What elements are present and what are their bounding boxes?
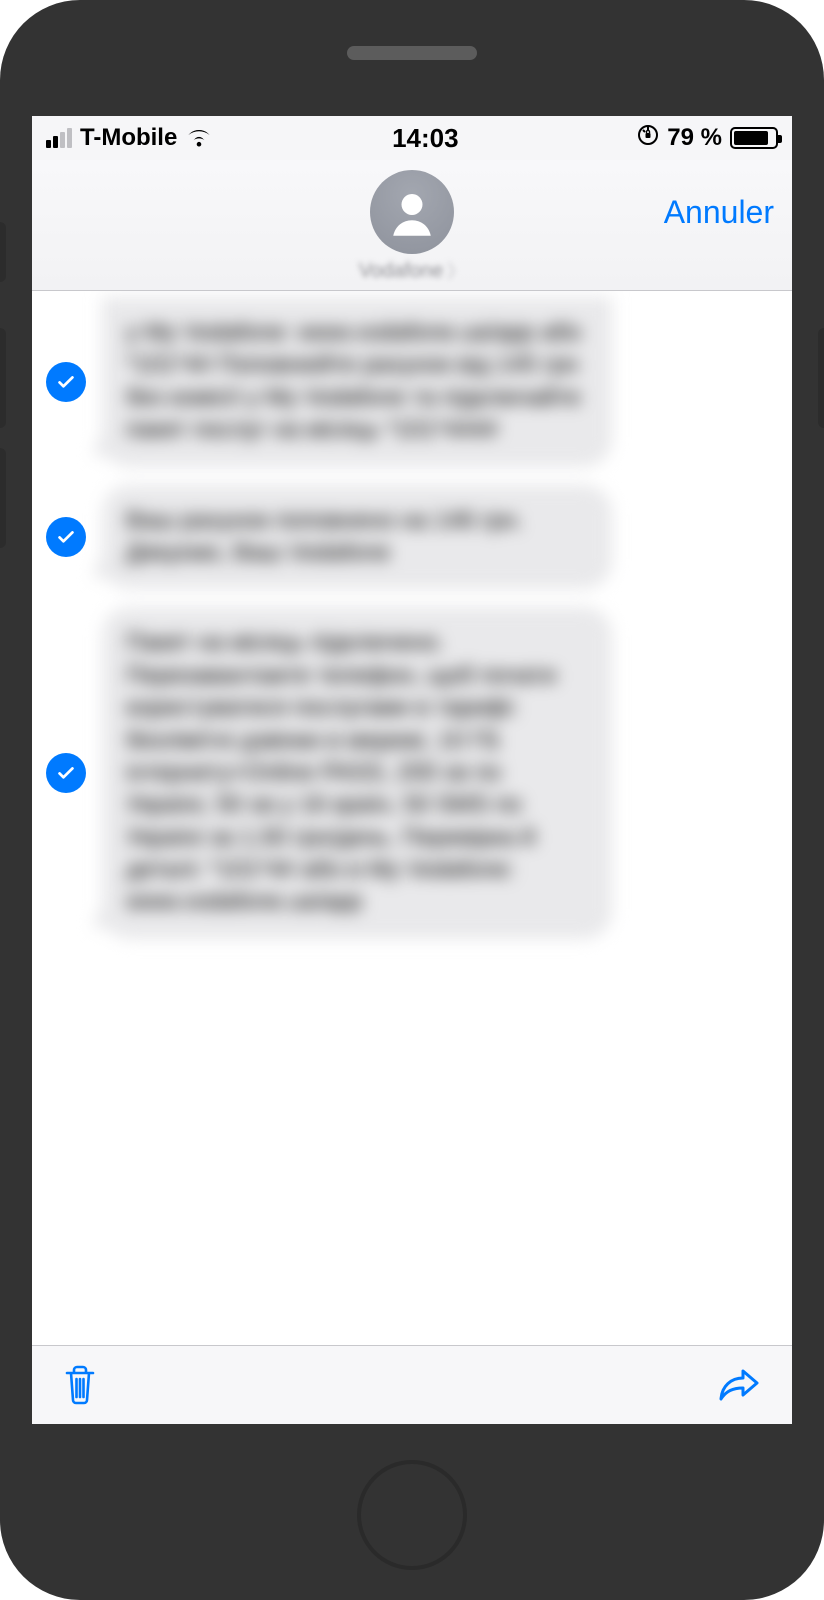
wifi-icon [185, 127, 213, 149]
message-row[interactable]: Пакет на місяць підключено. Перезавантаж… [46, 607, 778, 939]
delete-button[interactable] [54, 1357, 106, 1413]
phone-side-button [0, 222, 6, 282]
selection-checkmark[interactable] [46, 517, 86, 557]
phone-speaker [347, 46, 477, 60]
phone-side-button [818, 328, 824, 428]
message-bubble[interactable]: у My Vodafone: www.vodafone.ua/app або *… [102, 297, 612, 467]
battery-icon [730, 127, 778, 149]
contact-avatar[interactable] [370, 170, 454, 254]
phone-side-button [0, 328, 6, 428]
selection-checkmark[interactable] [46, 753, 86, 793]
orientation-lock-icon [637, 124, 659, 153]
messages-area[interactable]: у My Vodafone: www.vodafone.ua/app або *… [32, 291, 792, 1346]
chevron-right-icon: 〉 [447, 258, 465, 284]
carrier-label: T-Mobile [80, 124, 177, 152]
message-row[interactable]: у My Vodafone: www.vodafone.ua/app або *… [46, 297, 778, 467]
status-bar: T-Mobile 14:03 79 % [32, 116, 792, 160]
bottom-toolbar [32, 1346, 792, 1424]
home-button[interactable] [357, 1460, 467, 1570]
cancel-button[interactable]: Annuler [664, 194, 774, 231]
battery-percent: 79 % [667, 124, 722, 152]
contact-name: Vodafone [359, 260, 444, 283]
selection-checkmark[interactable] [46, 362, 86, 402]
message-bubble[interactable]: Ваш рахунок поповнено на 146 грн. Дякуєм… [102, 485, 612, 590]
contact-name-row[interactable]: Vodafone 〉 [359, 258, 466, 284]
message-row[interactable]: Ваш рахунок поповнено на 146 грн. Дякуєм… [46, 485, 778, 590]
forward-button[interactable] [710, 1359, 770, 1411]
nav-header: Annuler Vodafone 〉 [32, 160, 792, 291]
message-bubble[interactable]: Пакет на місяць підключено. Перезавантаж… [102, 607, 612, 939]
phone-side-button [0, 448, 6, 548]
clock: 14:03 [392, 123, 459, 154]
share-arrow-icon [716, 1365, 764, 1405]
signal-icon [46, 128, 72, 148]
trash-icon [60, 1363, 100, 1407]
phone-frame: T-Mobile 14:03 79 % Annuler [0, 0, 824, 1600]
screen: T-Mobile 14:03 79 % Annuler [32, 116, 792, 1424]
